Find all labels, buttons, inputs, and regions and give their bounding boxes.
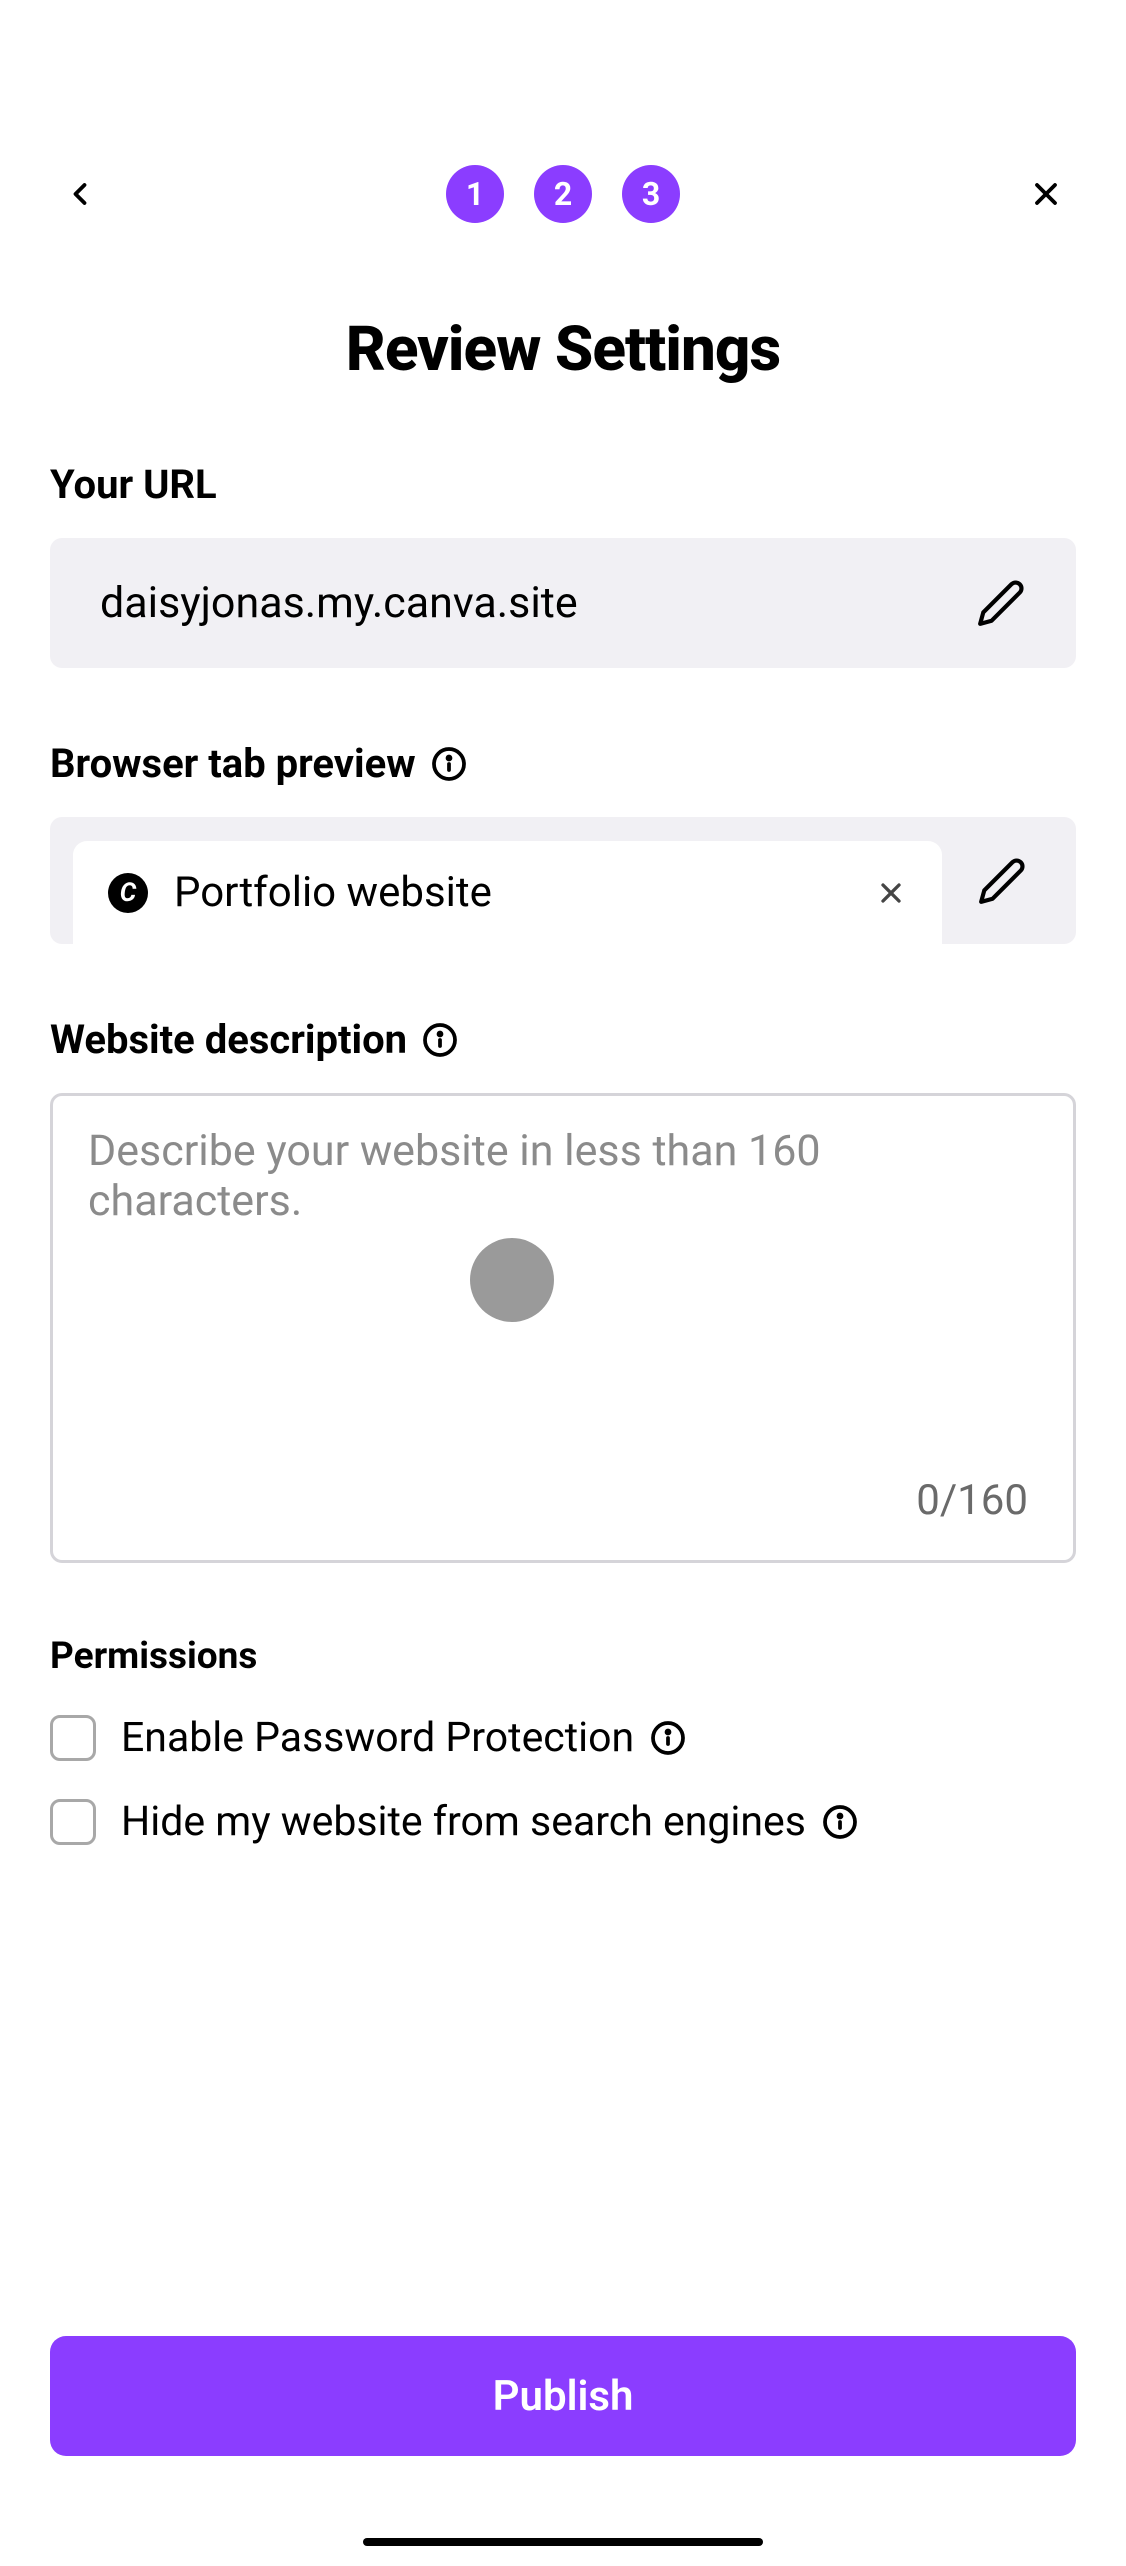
password-info[interactable] xyxy=(650,1720,686,1756)
touch-indicator xyxy=(470,1238,554,1322)
favicon: C xyxy=(108,873,148,913)
info-icon xyxy=(650,1720,686,1756)
password-protection-label: Enable Password Protection xyxy=(121,1714,686,1762)
tab-preview-info[interactable] xyxy=(431,746,467,782)
step-1[interactable]: 1 xyxy=(446,165,504,223)
hide-search-row: Hide my website from search engines xyxy=(50,1798,1076,1846)
description-input[interactable] xyxy=(88,1126,1038,1466)
hide-search-checkbox[interactable] xyxy=(50,1799,96,1845)
hide-search-label: Hide my website from search engines xyxy=(121,1798,858,1846)
url-value: daisyjonas.my.canva.site xyxy=(100,578,578,628)
close-icon xyxy=(1028,176,1064,212)
description-field: 0/160 xyxy=(50,1093,1076,1563)
page-title: Review Settings xyxy=(0,313,1126,386)
edit-tab-button[interactable] xyxy=(962,856,1052,906)
back-button[interactable] xyxy=(55,169,105,219)
url-label: Your URL xyxy=(50,461,1076,508)
pencil-icon xyxy=(977,856,1027,906)
close-icon xyxy=(875,877,907,909)
tab-title: Portfolio website xyxy=(174,868,849,917)
step-2[interactable]: 2 xyxy=(534,165,592,223)
step-indicator: 1 2 3 xyxy=(446,165,680,223)
tab-close-button xyxy=(875,877,907,909)
edit-url-button[interactable] xyxy=(976,578,1026,628)
permissions-section: Permissions Enable Password Protection H… xyxy=(50,1635,1076,1846)
hide-search-info[interactable] xyxy=(822,1804,858,1840)
info-icon xyxy=(422,1022,458,1058)
chevron-left-icon xyxy=(62,176,98,212)
content: Your URL daisyjonas.my.canva.site Browse… xyxy=(0,461,1126,1846)
description-info[interactable] xyxy=(422,1022,458,1058)
description-label: Website description xyxy=(50,1016,1076,1063)
url-field: daisyjonas.my.canva.site xyxy=(50,538,1076,668)
tab-preview-label: Browser tab preview xyxy=(50,740,1076,787)
browser-tab-card: C Portfolio website xyxy=(73,841,942,944)
password-protection-row: Enable Password Protection xyxy=(50,1714,1076,1762)
info-icon xyxy=(431,746,467,782)
home-indicator[interactable] xyxy=(363,2538,763,2546)
tab-preview-field: C Portfolio website xyxy=(50,817,1076,944)
info-icon xyxy=(822,1804,858,1840)
header: 1 2 3 xyxy=(0,130,1126,258)
publish-button[interactable]: Publish xyxy=(50,2336,1076,2456)
char-count: 0/160 xyxy=(916,1476,1028,1525)
permissions-label: Permissions xyxy=(50,1635,1076,1678)
close-button[interactable] xyxy=(1021,169,1071,219)
password-protection-checkbox[interactable] xyxy=(50,1715,96,1761)
step-3[interactable]: 3 xyxy=(622,165,680,223)
pencil-icon xyxy=(976,578,1026,628)
